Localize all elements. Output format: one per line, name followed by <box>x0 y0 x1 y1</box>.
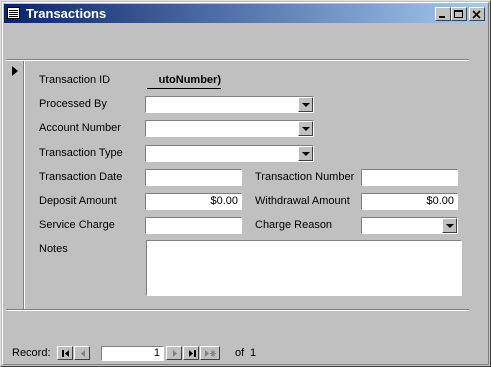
previous-record-button[interactable] <box>74 346 90 360</box>
transaction-type-label: Transaction Type <box>39 147 123 159</box>
transaction-number-field[interactable] <box>361 169 458 186</box>
processed-by-dropdown-button[interactable] <box>298 97 313 112</box>
first-record-icon <box>62 350 69 357</box>
charge-reason-combo[interactable] <box>361 217 458 234</box>
record-label: Record: <box>12 347 51 359</box>
record-selector-arrow-icon <box>12 66 18 76</box>
last-record-icon <box>189 350 196 357</box>
charge-reason-label: Charge Reason <box>255 219 333 231</box>
current-record-input[interactable]: 1 <box>101 346 164 361</box>
next-record-button[interactable] <box>166 346 182 360</box>
maximize-button[interactable] <box>451 7 467 21</box>
transaction-date-field[interactable] <box>145 169 242 186</box>
deposit-amount-field[interactable]: $0.00 <box>145 193 242 210</box>
withdrawal-amount-field[interactable]: $0.00 <box>361 193 458 210</box>
charge-reason-dropdown-button[interactable] <box>442 218 457 233</box>
transaction-id-value: utoNumber) <box>158 74 221 86</box>
withdrawal-amount-label: Withdrawal Amount <box>255 195 350 207</box>
record-selector-edge <box>24 61 25 309</box>
account-number-label: Account Number <box>39 122 121 134</box>
account-number-combo[interactable] <box>145 120 314 137</box>
processed-by-combo[interactable] <box>145 96 314 113</box>
new-record-button[interactable] <box>200 346 220 360</box>
notes-field[interactable] <box>146 240 462 296</box>
last-record-button[interactable] <box>183 346 199 360</box>
transaction-id-field[interactable]: utoNumber) <box>147 72 221 89</box>
service-charge-label: Service Charge <box>39 219 115 231</box>
close-button[interactable] <box>469 7 485 21</box>
service-charge-field[interactable] <box>145 217 242 234</box>
record-total: 1 <box>250 347 257 359</box>
form-icon[interactable] <box>7 7 20 19</box>
record-of-label: of <box>235 347 245 359</box>
record-navigation-bar: Record: 1 of 1 <box>6 345 485 363</box>
form-client-area: Transaction ID utoNumber) Processed By A… <box>6 25 485 363</box>
transaction-id-label: Transaction ID <box>39 74 111 86</box>
window-title: Transactions <box>26 6 107 21</box>
notes-label: Notes <box>39 243 68 255</box>
form-footer-divider <box>6 309 469 311</box>
account-number-dropdown-button[interactable] <box>298 121 313 136</box>
form-header-divider <box>6 59 469 61</box>
title-bar[interactable]: Transactions <box>4 4 487 23</box>
record-selector[interactable] <box>6 61 24 309</box>
transaction-date-label: Transaction Date <box>39 171 123 183</box>
new-record-icon <box>205 350 216 357</box>
transaction-type-combo[interactable] <box>145 145 314 162</box>
processed-by-label: Processed By <box>39 98 107 110</box>
previous-record-icon <box>81 350 85 357</box>
minimize-button[interactable] <box>435 7 451 21</box>
transaction-type-dropdown-button[interactable] <box>298 146 313 161</box>
close-icon <box>472 10 481 19</box>
first-record-button[interactable] <box>57 346 73 360</box>
maximize-icon <box>454 10 463 18</box>
next-record-icon <box>173 350 177 357</box>
window-frame: Transactions Transaction ID utoNumber) P… <box>0 0 491 367</box>
deposit-amount-label: Deposit Amount <box>39 195 117 207</box>
minimize-icon <box>439 16 445 18</box>
transaction-number-label: Transaction Number <box>255 171 355 183</box>
